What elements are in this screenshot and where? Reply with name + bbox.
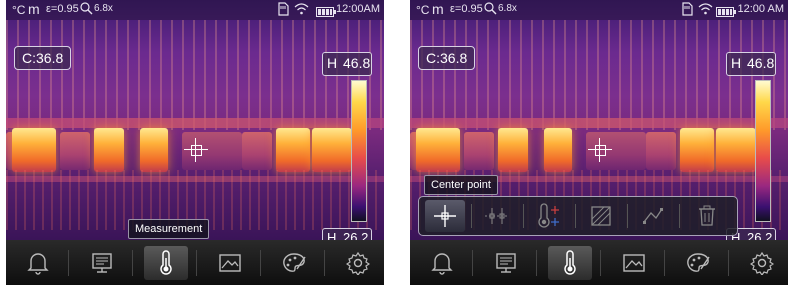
- zoom-label: 6.8x: [498, 3, 517, 14]
- mode-label: m: [432, 1, 444, 17]
- center-temperature: C:36.8: [418, 46, 476, 70]
- dock-bell-button[interactable]: [420, 246, 464, 280]
- line-measure-button[interactable]: [633, 200, 673, 232]
- delete-measurement-button[interactable]: [687, 200, 727, 232]
- max-letter: H: [731, 55, 742, 71]
- max-letter: H: [327, 55, 338, 71]
- spot-grid-icon: [485, 208, 509, 224]
- line-icon: [643, 208, 663, 224]
- gear-icon: [750, 251, 774, 275]
- center-crosshair-icon: [184, 138, 208, 162]
- center-crosshair-icon: [588, 138, 612, 162]
- area-icon: [591, 206, 611, 226]
- status-bar: °C m ε=0.95 6.8x 12:00AM: [6, 0, 384, 20]
- unit-label: °C: [416, 3, 430, 17]
- thermometer-spot-icon: [538, 203, 559, 228]
- sd-card-icon: [278, 2, 289, 21]
- palette-icon: [687, 253, 710, 272]
- center-point-icon: [434, 205, 456, 227]
- thermal-screen-left: °C m ε=0.95 6.8x 12:00AM C:36.8 H 46.8 H…: [6, 0, 384, 285]
- dock-monitor-button[interactable]: [484, 246, 528, 280]
- bell-icon: [431, 253, 453, 275]
- thermal-screen-right: °C m ε=0.95 6.8x 12:00 AM C:36.8 H 46.8 …: [410, 0, 788, 285]
- palette-icon: [283, 253, 306, 272]
- zoom-icon: [484, 2, 497, 20]
- zoom-icon: [80, 2, 93, 20]
- dock-measurement-button[interactable]: [144, 246, 188, 280]
- hot-cold-spot-button[interactable]: [529, 200, 569, 232]
- center-temperature: C:36.8: [14, 46, 72, 70]
- center-point-tooltip: Center point: [424, 175, 498, 195]
- battery-icon: [716, 4, 736, 22]
- bottom-dock: [410, 240, 788, 285]
- battery-icon: [316, 4, 336, 22]
- time-label: 12:00 AM: [737, 3, 784, 15]
- unit-label: °C: [12, 3, 26, 17]
- mode-label: m: [28, 1, 40, 17]
- thermometer-icon: [160, 250, 172, 275]
- thermal-image: [6, 0, 384, 240]
- emissivity-label: ε=0.95: [450, 3, 483, 15]
- dock-monitor-button[interactable]: [80, 246, 124, 280]
- wifi-icon: [294, 2, 309, 21]
- gear-icon: [346, 251, 370, 275]
- measurement-tooltip: Measurement: [128, 219, 210, 239]
- monitor-icon: [92, 253, 112, 273]
- zoom-label: 6.8x: [94, 3, 113, 14]
- image-icon: [219, 254, 241, 272]
- dock-palette-button[interactable]: [676, 246, 720, 280]
- monitor-icon: [496, 253, 516, 273]
- max-value: 46.8: [343, 55, 371, 71]
- measurement-submenu: [418, 196, 738, 236]
- color-scale-bar: [755, 80, 771, 222]
- wifi-icon: [698, 2, 713, 21]
- spot-grid-button[interactable]: [477, 200, 517, 232]
- dock-image-button[interactable]: [612, 246, 656, 280]
- dock-measurement-button[interactable]: [548, 246, 592, 280]
- trash-icon: [699, 205, 715, 226]
- thermometer-icon: [564, 250, 576, 275]
- max-value: 46.8: [747, 55, 775, 71]
- time-label: 12:00AM: [335, 3, 380, 15]
- color-scale-bar: [351, 80, 367, 222]
- emissivity-label: ε=0.95: [46, 3, 79, 15]
- area-measure-button[interactable]: [581, 200, 621, 232]
- dock-palette-button[interactable]: [272, 246, 316, 280]
- max-temperature: H 46.8: [726, 52, 776, 76]
- status-bar: °C m ε=0.95 6.8x 12:00 AM: [410, 0, 788, 20]
- max-temperature: H 46.8: [322, 52, 372, 76]
- bottom-dock: [6, 240, 384, 285]
- dock-settings-button[interactable]: [336, 246, 380, 280]
- sd-card-icon: [682, 2, 693, 21]
- center-point-button[interactable]: [425, 200, 465, 232]
- dock-settings-button[interactable]: [740, 246, 784, 280]
- bell-icon: [27, 253, 49, 275]
- dock-bell-button[interactable]: [16, 246, 60, 280]
- dock-image-button[interactable]: [208, 246, 252, 280]
- image-icon: [623, 254, 645, 272]
